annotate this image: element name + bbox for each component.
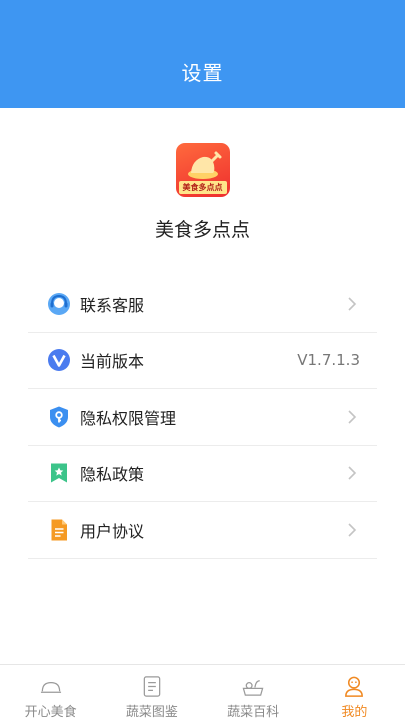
menu-label: 用户协议 [80, 521, 145, 541]
chevron-right-icon [348, 410, 357, 424]
tab-happy-food[interactable]: 开心美食 [0, 665, 101, 720]
menu-item-user-agreement[interactable]: 用户协议 [28, 502, 377, 559]
version-icon [48, 349, 70, 372]
settings-menu: 联系客服 当前版本 V1.7.1.3 隐私权限管理 隐私政策 用户协议 [28, 276, 377, 559]
chevron-right-icon [348, 297, 357, 311]
app-info: 美食多点点 美食多点点 [0, 143, 405, 242]
bookmark-star-icon [51, 463, 67, 483]
tab-label: 开心美食 [24, 705, 77, 720]
customer-service-icon [48, 292, 70, 315]
cloche-icon [40, 682, 61, 693]
app-logo: 美食多点点 [175, 143, 230, 197]
menu-item-privacy-policy[interactable]: 隐私政策 [28, 446, 377, 502]
basket-icon [242, 680, 264, 696]
chevron-right-icon [348, 523, 357, 537]
version-value: V1.7.1.3 [297, 351, 360, 370]
menu-item-contact-support[interactable]: 联系客服 [28, 276, 377, 333]
tab-vegetable-wiki[interactable]: 蔬菜百科 [203, 665, 304, 720]
menu-item-privacy-permissions[interactable]: 隐私权限管理 [28, 389, 377, 446]
menu-label: 隐私权限管理 [80, 408, 177, 428]
logo-text: 美食多点点 [178, 181, 227, 194]
menu-label: 当前版本 [80, 352, 145, 372]
document-icon [51, 519, 67, 541]
menu-item-current-version[interactable]: 当前版本 V1.7.1.3 [28, 333, 377, 389]
book-icon [143, 676, 161, 697]
tab-mine[interactable]: 我的 [304, 665, 405, 720]
menu-label: 联系客服 [80, 295, 145, 315]
app-name: 美食多点点 [154, 219, 250, 241]
tab-label: 蔬菜图鉴 [125, 705, 178, 720]
bottom-tab-bar: 开心美食 蔬菜图鉴 蔬菜百科 我的 [0, 664, 405, 720]
tab-label: 蔬菜百科 [227, 705, 280, 720]
user-icon [345, 676, 364, 697]
header-bar: 设置 [0, 0, 405, 108]
tab-label: 我的 [341, 705, 368, 720]
page-title: 设置 [181, 61, 224, 85]
tab-vegetable-atlas[interactable]: 蔬菜图鉴 [101, 665, 202, 720]
chevron-right-icon [348, 466, 357, 480]
menu-label: 隐私政策 [80, 465, 145, 485]
shield-key-icon [50, 406, 68, 428]
